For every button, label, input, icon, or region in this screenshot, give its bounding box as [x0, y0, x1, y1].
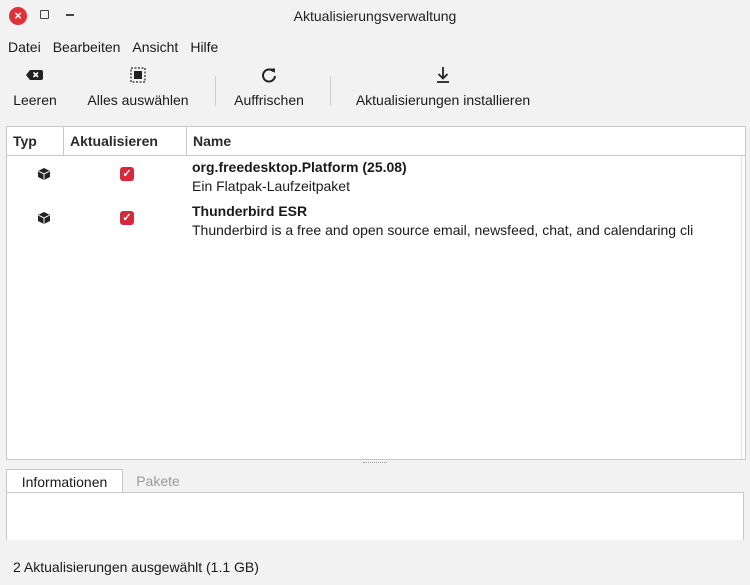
- table-header: Typ Aktualisieren Name: [7, 127, 745, 156]
- menu-help[interactable]: Hilfe: [186, 36, 222, 58]
- toolbar-separator: [330, 76, 331, 106]
- package-description: Ein Flatpak-Laufzeitpaket: [192, 178, 350, 194]
- column-header-name[interactable]: Name: [187, 127, 743, 155]
- update-list: Typ Aktualisieren Name ✓ org.freedesktop…: [6, 126, 746, 460]
- install-updates-button[interactable]: Aktualisierungen installieren: [340, 64, 546, 114]
- toolbar-separator: [215, 76, 216, 106]
- update-checkbox[interactable]: ✓: [120, 211, 134, 225]
- install-updates-label: Aktualisierungen installieren: [355, 92, 531, 108]
- status-text: 2 Aktualisierungen ausgewählt (1.1 GB): [13, 559, 259, 575]
- pane-splitter[interactable]: [0, 460, 750, 468]
- package-description: Thunderbird is a free and open source em…: [192, 222, 694, 238]
- window-title: Aktualisierungsverwaltung: [293, 8, 457, 24]
- refresh-label: Auffrischen: [234, 92, 304, 108]
- select-all-button[interactable]: Alles auswählen: [78, 64, 198, 114]
- tab-packages[interactable]: Pakete: [123, 469, 193, 493]
- select-all-icon: [130, 67, 146, 83]
- menu-bar: Datei Bearbeiten Ansicht Hilfe: [0, 36, 222, 58]
- table-row[interactable]: ✓ org.freedesktop.Platform (25.08) Ein F…: [7, 157, 745, 197]
- column-header-type[interactable]: Typ: [7, 127, 63, 155]
- package-name: org.freedesktop.Platform (25.08): [192, 159, 407, 175]
- refresh-button[interactable]: Auffrischen: [224, 64, 314, 114]
- update-checkbox[interactable]: ✓: [120, 167, 134, 181]
- details-panel: [6, 492, 744, 540]
- refresh-icon: [262, 68, 276, 83]
- menu-file[interactable]: Datei: [4, 36, 45, 58]
- backspace-icon: [26, 70, 43, 80]
- menu-view[interactable]: Ansicht: [128, 36, 182, 58]
- table-row[interactable]: ✓ Thunderbird ESR Thunderbird is a free …: [7, 201, 745, 241]
- menu-edit[interactable]: Bearbeiten: [49, 36, 125, 58]
- list-scrollbar[interactable]: [741, 155, 744, 459]
- column-header-update[interactable]: Aktualisieren: [64, 127, 186, 155]
- package-icon: [38, 212, 50, 224]
- clear-button[interactable]: Leeren: [6, 64, 64, 114]
- package-name: Thunderbird ESR: [192, 203, 308, 219]
- title-bar: × Aktualisierungsverwaltung: [0, 0, 750, 32]
- splitter-grip-icon: [363, 462, 387, 465]
- tab-information[interactable]: Informationen: [6, 469, 123, 493]
- toolbar: Leeren Alles auswählen Auffrischen Aktua…: [0, 64, 750, 118]
- status-bar: 2 Aktualisierungen ausgewählt (1.1 GB): [0, 541, 750, 585]
- select-all-label: Alles auswählen: [87, 92, 189, 108]
- package-icon: [38, 168, 50, 180]
- clear-label: Leeren: [13, 92, 57, 108]
- download-icon: [437, 67, 449, 83]
